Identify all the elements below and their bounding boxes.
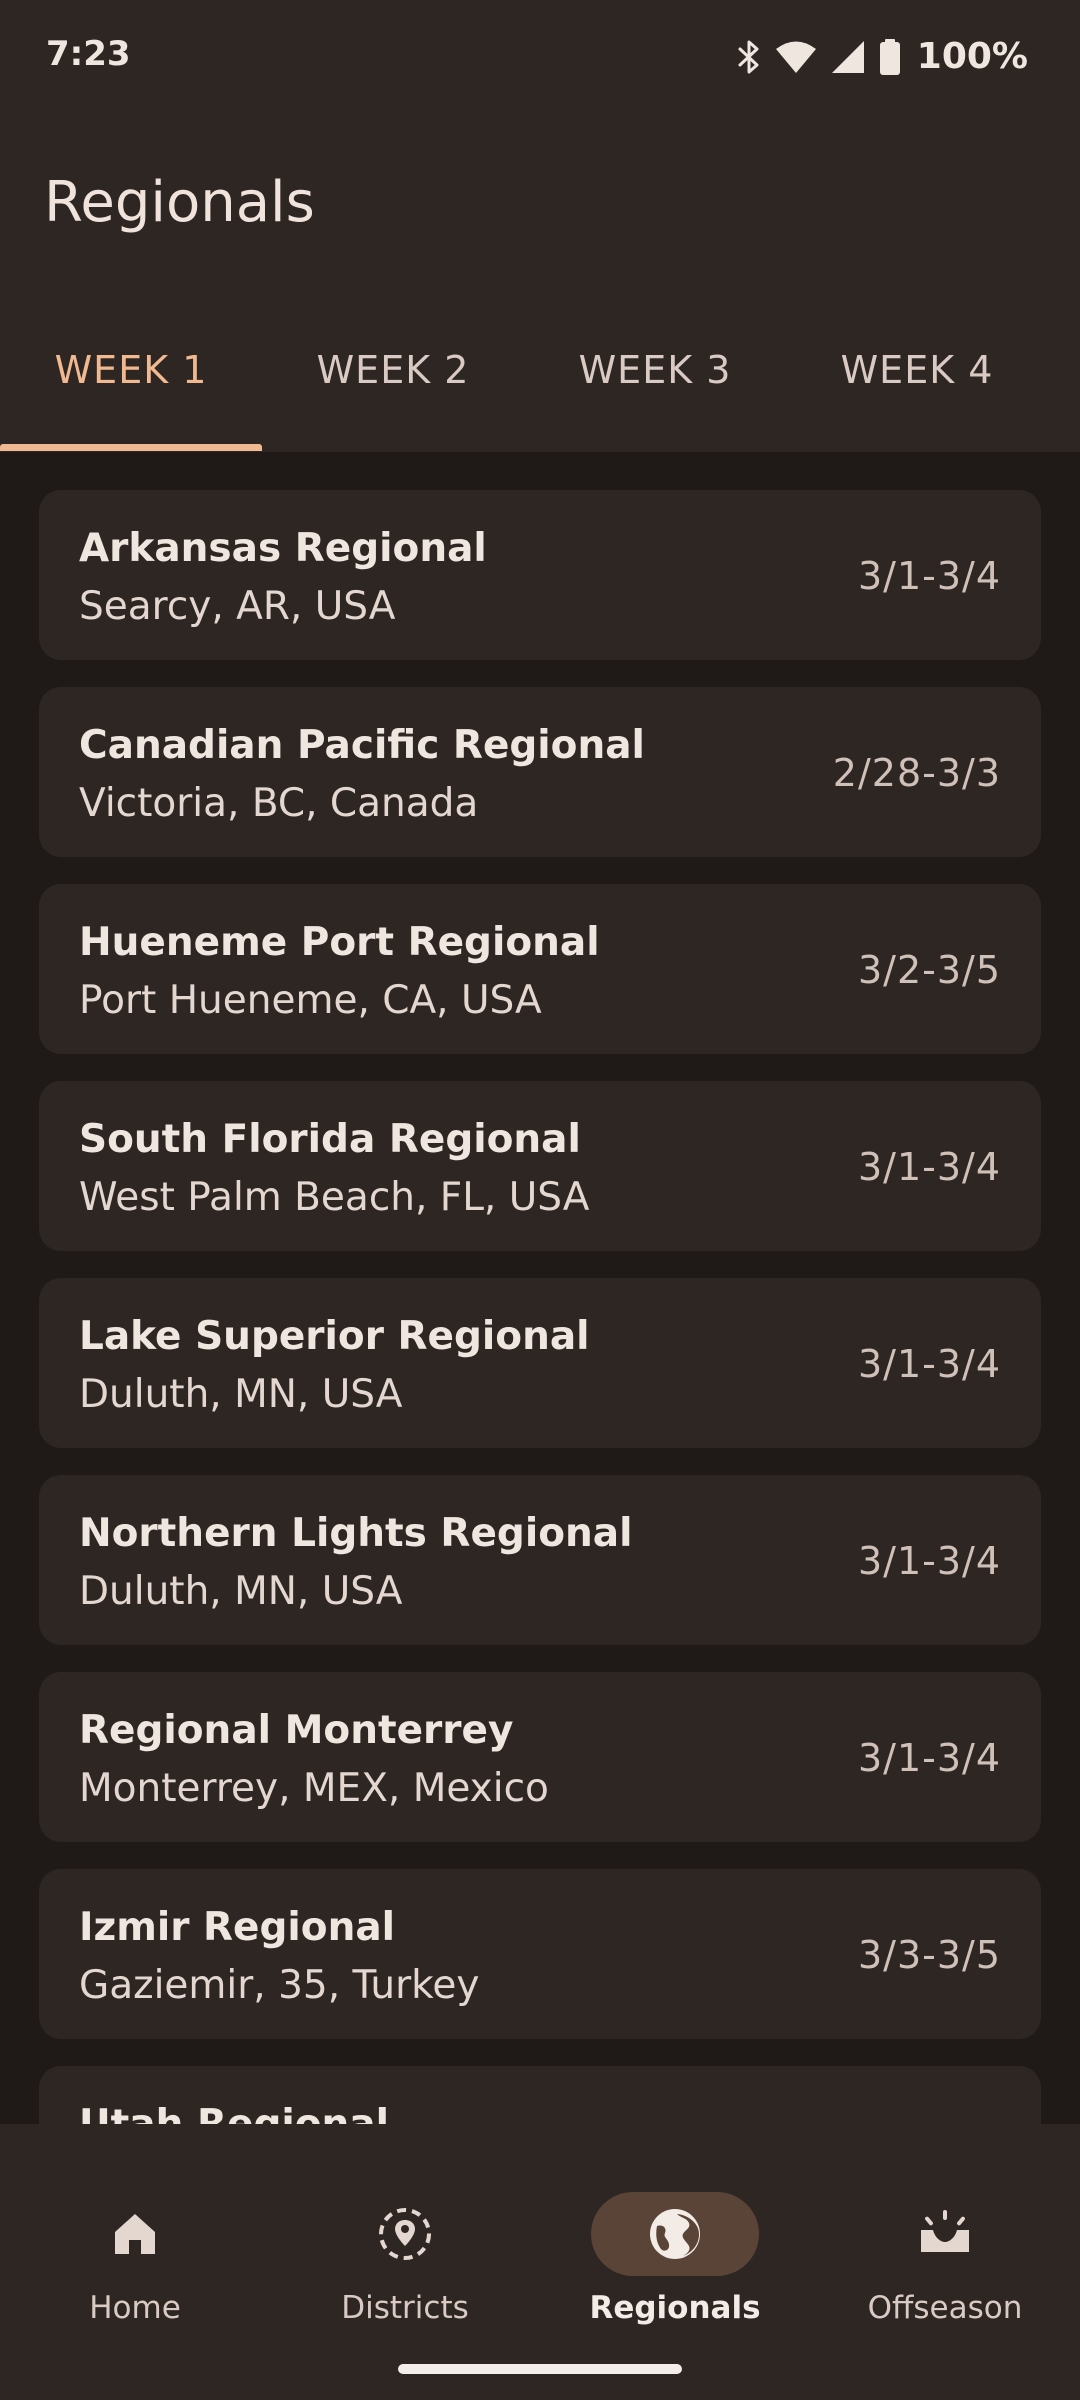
event-card[interactable]: Northern Lights Regional Duluth, MN, USA…	[39, 1475, 1041, 1645]
status-time: 7:23	[46, 34, 131, 74]
nav-label: Districts	[341, 2290, 469, 2326]
event-card[interactable]: Hueneme Port Regional Port Hueneme, CA, …	[39, 884, 1041, 1054]
event-name: South Florida Regional	[79, 1117, 581, 1162]
event-card[interactable]: Lake Superior Regional Duluth, MN, USA 3…	[39, 1278, 1041, 1448]
event-dates: 3/3-3/5	[857, 1933, 1001, 1977]
event-card[interactable]: Izmir Regional Gaziemir, 35, Turkey 3/3-…	[39, 1869, 1041, 2039]
event-dates: 2/28-3/3	[832, 751, 1001, 795]
page-title: Regionals	[44, 170, 315, 235]
event-card[interactable]: Regional Monterrey Monterrey, MEX, Mexic…	[39, 1672, 1041, 1842]
week-tabs: WEEK 1 WEEK 2 WEEK 3 WEEK 4	[0, 320, 1080, 452]
event-dates: 3/1-3/4	[857, 554, 1001, 598]
offseason-icon	[917, 2206, 973, 2262]
event-dates: 3/2-3/5	[857, 948, 1001, 992]
event-name: Canadian Pacific Regional	[79, 723, 645, 768]
nav-districts[interactable]: Districts	[270, 2158, 540, 2326]
tab-week-3[interactable]: WEEK 3	[524, 320, 786, 452]
tab-label: WEEK 4	[840, 348, 994, 392]
tab-week-4[interactable]: WEEK 4	[786, 320, 1048, 452]
home-icon	[107, 2206, 163, 2262]
nav-label: Home	[89, 2290, 181, 2326]
event-location: Duluth, MN, USA	[79, 1372, 403, 1417]
wifi-icon	[775, 40, 817, 74]
event-name: Lake Superior Regional	[79, 1314, 590, 1359]
active-tab-indicator	[0, 444, 262, 451]
event-location: West Palm Beach, FL, USA	[79, 1175, 590, 1220]
event-location: Searcy, AR, USA	[79, 584, 396, 629]
event-location: Monterrey, MEX, Mexico	[79, 1766, 549, 1811]
nav-label: Offseason	[867, 2290, 1023, 2326]
event-name: Izmir Regional	[79, 1905, 396, 1950]
event-dates: 3/1-3/4	[857, 1736, 1001, 1780]
event-name: Hueneme Port Regional	[79, 920, 600, 965]
bluetooth-icon	[737, 39, 761, 75]
tab-week-1[interactable]: WEEK 1	[0, 320, 262, 452]
tab-week-2[interactable]: WEEK 2	[262, 320, 524, 452]
regional-event-list[interactable]: Arkansas Regional Searcy, AR, USA 3/1-3/…	[39, 490, 1041, 2124]
battery-icon	[879, 38, 901, 75]
event-location: Gaziemir, 35, Turkey	[79, 1963, 480, 2008]
event-dates: 3/1-3/4	[857, 1342, 1001, 1386]
battery-percentage: 100%	[916, 36, 1028, 77]
top-app-bar: 7:23 100% Regionals WEEK 1 WEEK 2 WEEK 3…	[0, 0, 1080, 452]
event-location: Port Hueneme, CA, USA	[79, 978, 542, 1023]
status-icons: 100%	[737, 36, 1028, 77]
event-card[interactable]: Utah Regional	[39, 2066, 1041, 2124]
status-bar: 7:23 100%	[0, 0, 1080, 120]
event-name: Utah Regional	[79, 2102, 389, 2124]
nav-label: Regionals	[589, 2290, 761, 2326]
tab-label: WEEK 2	[316, 348, 470, 392]
event-card[interactable]: Canadian Pacific Regional Victoria, BC, …	[39, 687, 1041, 857]
gesture-home-indicator[interactable]	[398, 2364, 682, 2374]
event-name: Northern Lights Regional	[79, 1511, 633, 1556]
nav-offseason[interactable]: Offseason	[810, 2158, 1080, 2326]
event-location: Victoria, BC, Canada	[79, 781, 479, 826]
tab-label: WEEK 3	[578, 348, 732, 392]
signal-icon	[831, 40, 865, 74]
nav-home[interactable]: Home	[0, 2158, 270, 2326]
event-card[interactable]: South Florida Regional West Palm Beach, …	[39, 1081, 1041, 1251]
globe-icon	[647, 2206, 703, 2262]
event-dates: 3/1-3/4	[857, 1145, 1001, 1189]
event-location: Duluth, MN, USA	[79, 1569, 403, 1614]
nav-regionals[interactable]: Regionals	[540, 2158, 810, 2326]
tab-label: WEEK 1	[54, 348, 208, 392]
districts-icon	[377, 2206, 433, 2262]
event-name: Regional Monterrey	[79, 1708, 514, 1753]
event-dates: 3/1-3/4	[857, 1539, 1001, 1583]
bottom-navigation: Home Districts Regionals Offseason	[0, 2124, 1080, 2400]
event-card[interactable]: Arkansas Regional Searcy, AR, USA 3/1-3/…	[39, 490, 1041, 660]
app-screen: 7:23 100% Regionals WEEK 1 WEEK 2 WEEK 3…	[0, 0, 1080, 2400]
event-name: Arkansas Regional	[79, 526, 487, 571]
